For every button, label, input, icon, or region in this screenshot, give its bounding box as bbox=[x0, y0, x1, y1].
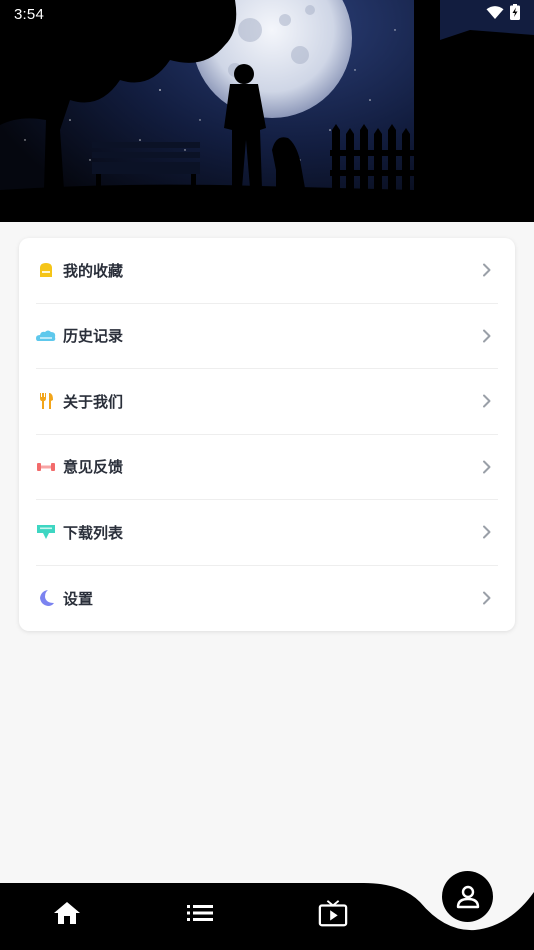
screen: 3:54 我的收藏 历史记录 关于我们 意见反馈 下载列表 设置 bbox=[0, 0, 534, 950]
feedback-dumbbell-icon bbox=[36, 457, 56, 477]
nav-profile[interactable] bbox=[442, 871, 493, 922]
menu-item-about[interactable]: 关于我们 bbox=[36, 369, 498, 435]
collection-icon bbox=[36, 260, 56, 280]
menu-item-settings[interactable]: 设置 bbox=[36, 566, 498, 632]
header-image bbox=[0, 0, 534, 222]
battery-charging-icon bbox=[510, 4, 520, 24]
nav-tv[interactable] bbox=[318, 898, 348, 928]
menu-label: 关于我们 bbox=[63, 392, 124, 411]
menu-label: 下载列表 bbox=[63, 523, 124, 542]
list-icon bbox=[187, 905, 213, 921]
menu-label: 设置 bbox=[63, 589, 94, 608]
about-utensils-icon bbox=[36, 391, 56, 411]
home-icon bbox=[54, 902, 80, 924]
chevron-right-icon bbox=[483, 329, 491, 343]
night-moon-silhouette-image bbox=[0, 0, 534, 222]
chevron-right-icon bbox=[483, 525, 491, 539]
download-list-icon bbox=[36, 522, 56, 542]
status-bar: 3:54 bbox=[0, 0, 534, 28]
menu-card: 我的收藏 历史记录 关于我们 意见反馈 下载列表 设置 bbox=[19, 238, 515, 631]
chevron-right-icon bbox=[483, 263, 491, 277]
menu-item-history[interactable]: 历史记录 bbox=[36, 304, 498, 369]
wifi-icon bbox=[486, 5, 504, 24]
settings-moon-icon bbox=[36, 588, 56, 608]
menu-label: 我的收藏 bbox=[63, 261, 124, 280]
menu-item-downloads[interactable]: 下载列表 bbox=[36, 500, 498, 566]
menu-label: 历史记录 bbox=[63, 327, 124, 346]
nav-list[interactable] bbox=[185, 898, 215, 928]
status-icons bbox=[486, 4, 520, 24]
nav-home[interactable] bbox=[52, 898, 82, 928]
status-time: 3:54 bbox=[14, 5, 44, 23]
menu-item-feedback[interactable]: 意见反馈 bbox=[36, 435, 498, 500]
bottom-nav bbox=[0, 860, 534, 950]
tv-icon bbox=[318, 900, 348, 927]
chevron-right-icon bbox=[483, 460, 491, 474]
menu-item-favorites[interactable]: 我的收藏 bbox=[36, 238, 498, 304]
profile-icon bbox=[456, 885, 479, 908]
chevron-right-icon bbox=[483, 591, 491, 605]
history-cloud-icon bbox=[36, 326, 56, 346]
chevron-right-icon bbox=[483, 394, 491, 408]
menu-label: 意见反馈 bbox=[63, 458, 124, 477]
